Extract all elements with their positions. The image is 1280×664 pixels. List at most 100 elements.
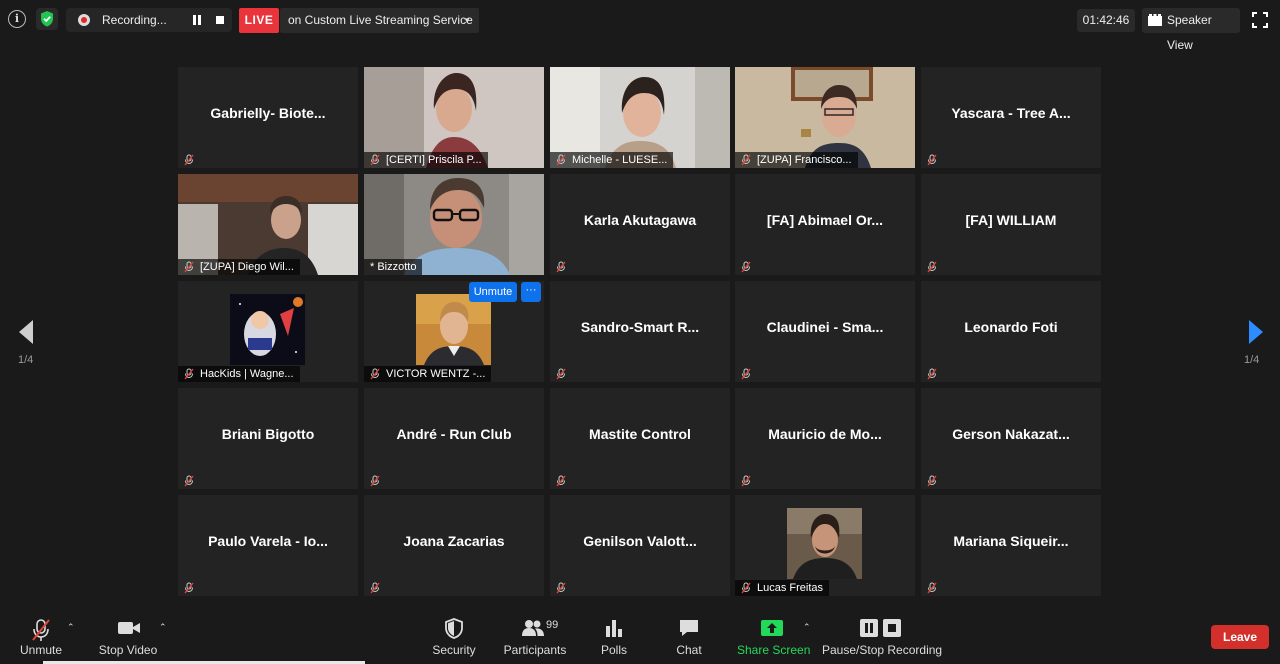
participant-name: Gabrielly- Biote... — [210, 105, 326, 121]
participant-tile[interactable]: Yascara - Tree A... — [921, 67, 1101, 168]
muted-mic-icon — [556, 261, 566, 273]
muted-mic-icon — [927, 261, 937, 273]
participant-name: [FA] WILLIAM — [965, 212, 1057, 228]
live-stream-label: on Custom Live Streaming Service — [288, 13, 473, 27]
chat-button[interactable]: Chat — [669, 608, 709, 664]
participant-name: Mauricio de Mo... — [768, 426, 882, 442]
participant-name: Michelle - LUESE... — [572, 154, 668, 166]
participant-tile[interactable]: Karla Akutagawa — [550, 174, 730, 275]
participant-tile[interactable]: Leonardo Foti — [921, 281, 1101, 382]
participant-tile[interactable]: Mastite Control — [550, 388, 730, 489]
tile-footer: Michelle - LUESE... — [550, 152, 674, 168]
share-screen-icon — [761, 620, 783, 636]
participant-name: * Bizzotto — [370, 261, 417, 273]
participant-tile[interactable]: [FA] Abimael Or... — [735, 174, 915, 275]
polls-chart-icon — [606, 620, 622, 637]
participant-tile[interactable]: Mariana Siqueir... — [921, 495, 1101, 596]
muted-mic-icon — [927, 582, 937, 594]
stop-recording-icon[interactable] — [216, 16, 224, 24]
participant-name: Gerson Nakazat... — [952, 426, 1070, 442]
participant-tile[interactable]: [CERTI] Priscila P... — [364, 67, 544, 168]
muted-mic-icon — [741, 368, 751, 380]
fullscreen-icon[interactable] — [1252, 12, 1268, 28]
more-options-button[interactable]: ··· — [521, 282, 541, 302]
participant-tile[interactable]: Gabrielly- Biote... — [178, 67, 358, 168]
polls-button[interactable]: Polls — [594, 608, 634, 664]
leave-meeting-button[interactable]: Leave — [1211, 625, 1269, 649]
recording-dot-icon — [78, 14, 90, 26]
participant-tile[interactable]: Joana Zacarias — [364, 495, 544, 596]
page-indicator-left: 1/4 — [18, 354, 34, 366]
participant-name: Mariana Siqueir... — [953, 533, 1069, 549]
info-icon[interactable]: i — [8, 10, 26, 28]
tile-footer — [550, 366, 578, 382]
participant-tile[interactable]: Mauricio de Mo... — [735, 388, 915, 489]
tile-footer — [178, 580, 206, 596]
participant-tile[interactable]: Paulo Varela - Io... — [178, 495, 358, 596]
encryption-shield-icon[interactable] — [36, 8, 58, 30]
video-camera-icon — [118, 622, 140, 634]
tile-footer — [735, 366, 763, 382]
meeting-timer: 01:42:46 — [1077, 9, 1135, 32]
participant-name: [ZUPA] Francisco... — [757, 154, 852, 166]
tile-footer: * Bizzotto — [364, 259, 423, 275]
participant-tile[interactable]: Sandro-Smart R... — [550, 281, 730, 382]
audio-options-caret-icon[interactable]: ⌃ — [67, 622, 75, 633]
recording-indicator: Recording... — [66, 8, 232, 32]
participant-tile[interactable]: André - Run Club — [364, 388, 544, 489]
speaker-view-button[interactable]: Speaker View — [1142, 8, 1240, 52]
muted-mic-icon — [556, 368, 566, 380]
participant-tile[interactable]: HacKids | Wagne... — [178, 281, 358, 382]
live-stream-dropdown[interactable]: on Custom Live Streaming Service ▼ — [280, 8, 479, 33]
tile-footer — [735, 259, 763, 275]
participant-name: Lucas Freitas — [757, 582, 824, 594]
unmute-participant-button[interactable]: Unmute — [469, 282, 517, 302]
polls-label: Polls — [600, 643, 627, 657]
participants-button[interactable]: 99 Participants — [503, 608, 567, 664]
participant-count-badge: 99 — [546, 619, 559, 631]
participant-name: Genilson Valott... — [583, 533, 697, 549]
pause-recording-icon[interactable] — [192, 15, 202, 25]
participant-name: André - Run Club — [396, 426, 512, 442]
security-button[interactable]: Security — [430, 608, 478, 664]
muted-mic-icon — [556, 582, 566, 594]
participant-name: [CERTI] Priscila P... — [386, 154, 482, 166]
muted-mic-icon — [370, 368, 380, 380]
participant-tile[interactable]: Briani Bigotto — [178, 388, 358, 489]
participant-tile[interactable]: Unmute ··· VICTOR WENTZ -... — [364, 281, 544, 382]
participant-tile[interactable]: Claudinei - Sma... — [735, 281, 915, 382]
pause-stop-recording-button[interactable]: Pause/Stop Recording — [822, 608, 943, 664]
participant-tile[interactable]: [ZUPA] Francisco... — [735, 67, 915, 168]
participant-tile[interactable]: [FA] WILLIAM — [921, 174, 1101, 275]
muted-mic-icon — [556, 154, 566, 166]
muted-mic-icon — [927, 475, 937, 487]
tile-footer: HacKids | Wagne... — [178, 366, 300, 382]
recording-label: Recording... — [102, 13, 167, 27]
tile-footer: [ZUPA] Francisco... — [735, 152, 858, 168]
participant-name: Karla Akutagawa — [583, 212, 697, 228]
unmute-button[interactable]: Unmute — [14, 608, 68, 664]
chat-label: Chat — [676, 643, 702, 657]
participant-tile[interactable]: Lucas Freitas — [735, 495, 915, 596]
share-options-caret-icon[interactable]: ⌃ — [803, 622, 811, 633]
share-screen-button[interactable]: Share Screen — [737, 608, 811, 664]
participants-icon — [522, 620, 544, 636]
muted-mic-icon — [927, 154, 937, 166]
stop-video-button[interactable]: Stop Video — [98, 608, 158, 664]
participant-tile[interactable]: Genilson Valott... — [550, 495, 730, 596]
participant-tile[interactable]: Michelle - LUESE... — [550, 67, 730, 168]
participant-tile[interactable]: [ZUPA] Diego Wil... — [178, 174, 358, 275]
view-layout-icon — [1148, 14, 1162, 26]
participant-name: VICTOR WENTZ -... — [386, 368, 486, 380]
share-screen-label: Share Screen — [737, 643, 811, 657]
muted-mic-icon — [184, 475, 194, 487]
unmute-label: Unmute — [19, 643, 63, 657]
pause-stop-recording-label: Pause/Stop Recording — [822, 643, 943, 657]
participant-tile-active-speaker[interactable]: * Bizzotto — [364, 174, 544, 275]
participant-tile[interactable]: Gerson Nakazat... — [921, 388, 1101, 489]
microphone-muted-icon — [32, 619, 50, 641]
previous-page-arrow-icon[interactable] — [14, 318, 38, 346]
participant-name: Yascara - Tree A... — [951, 105, 1071, 121]
video-options-caret-icon[interactable]: ⌃ — [159, 622, 167, 633]
next-page-arrow-icon[interactable] — [1244, 318, 1268, 346]
